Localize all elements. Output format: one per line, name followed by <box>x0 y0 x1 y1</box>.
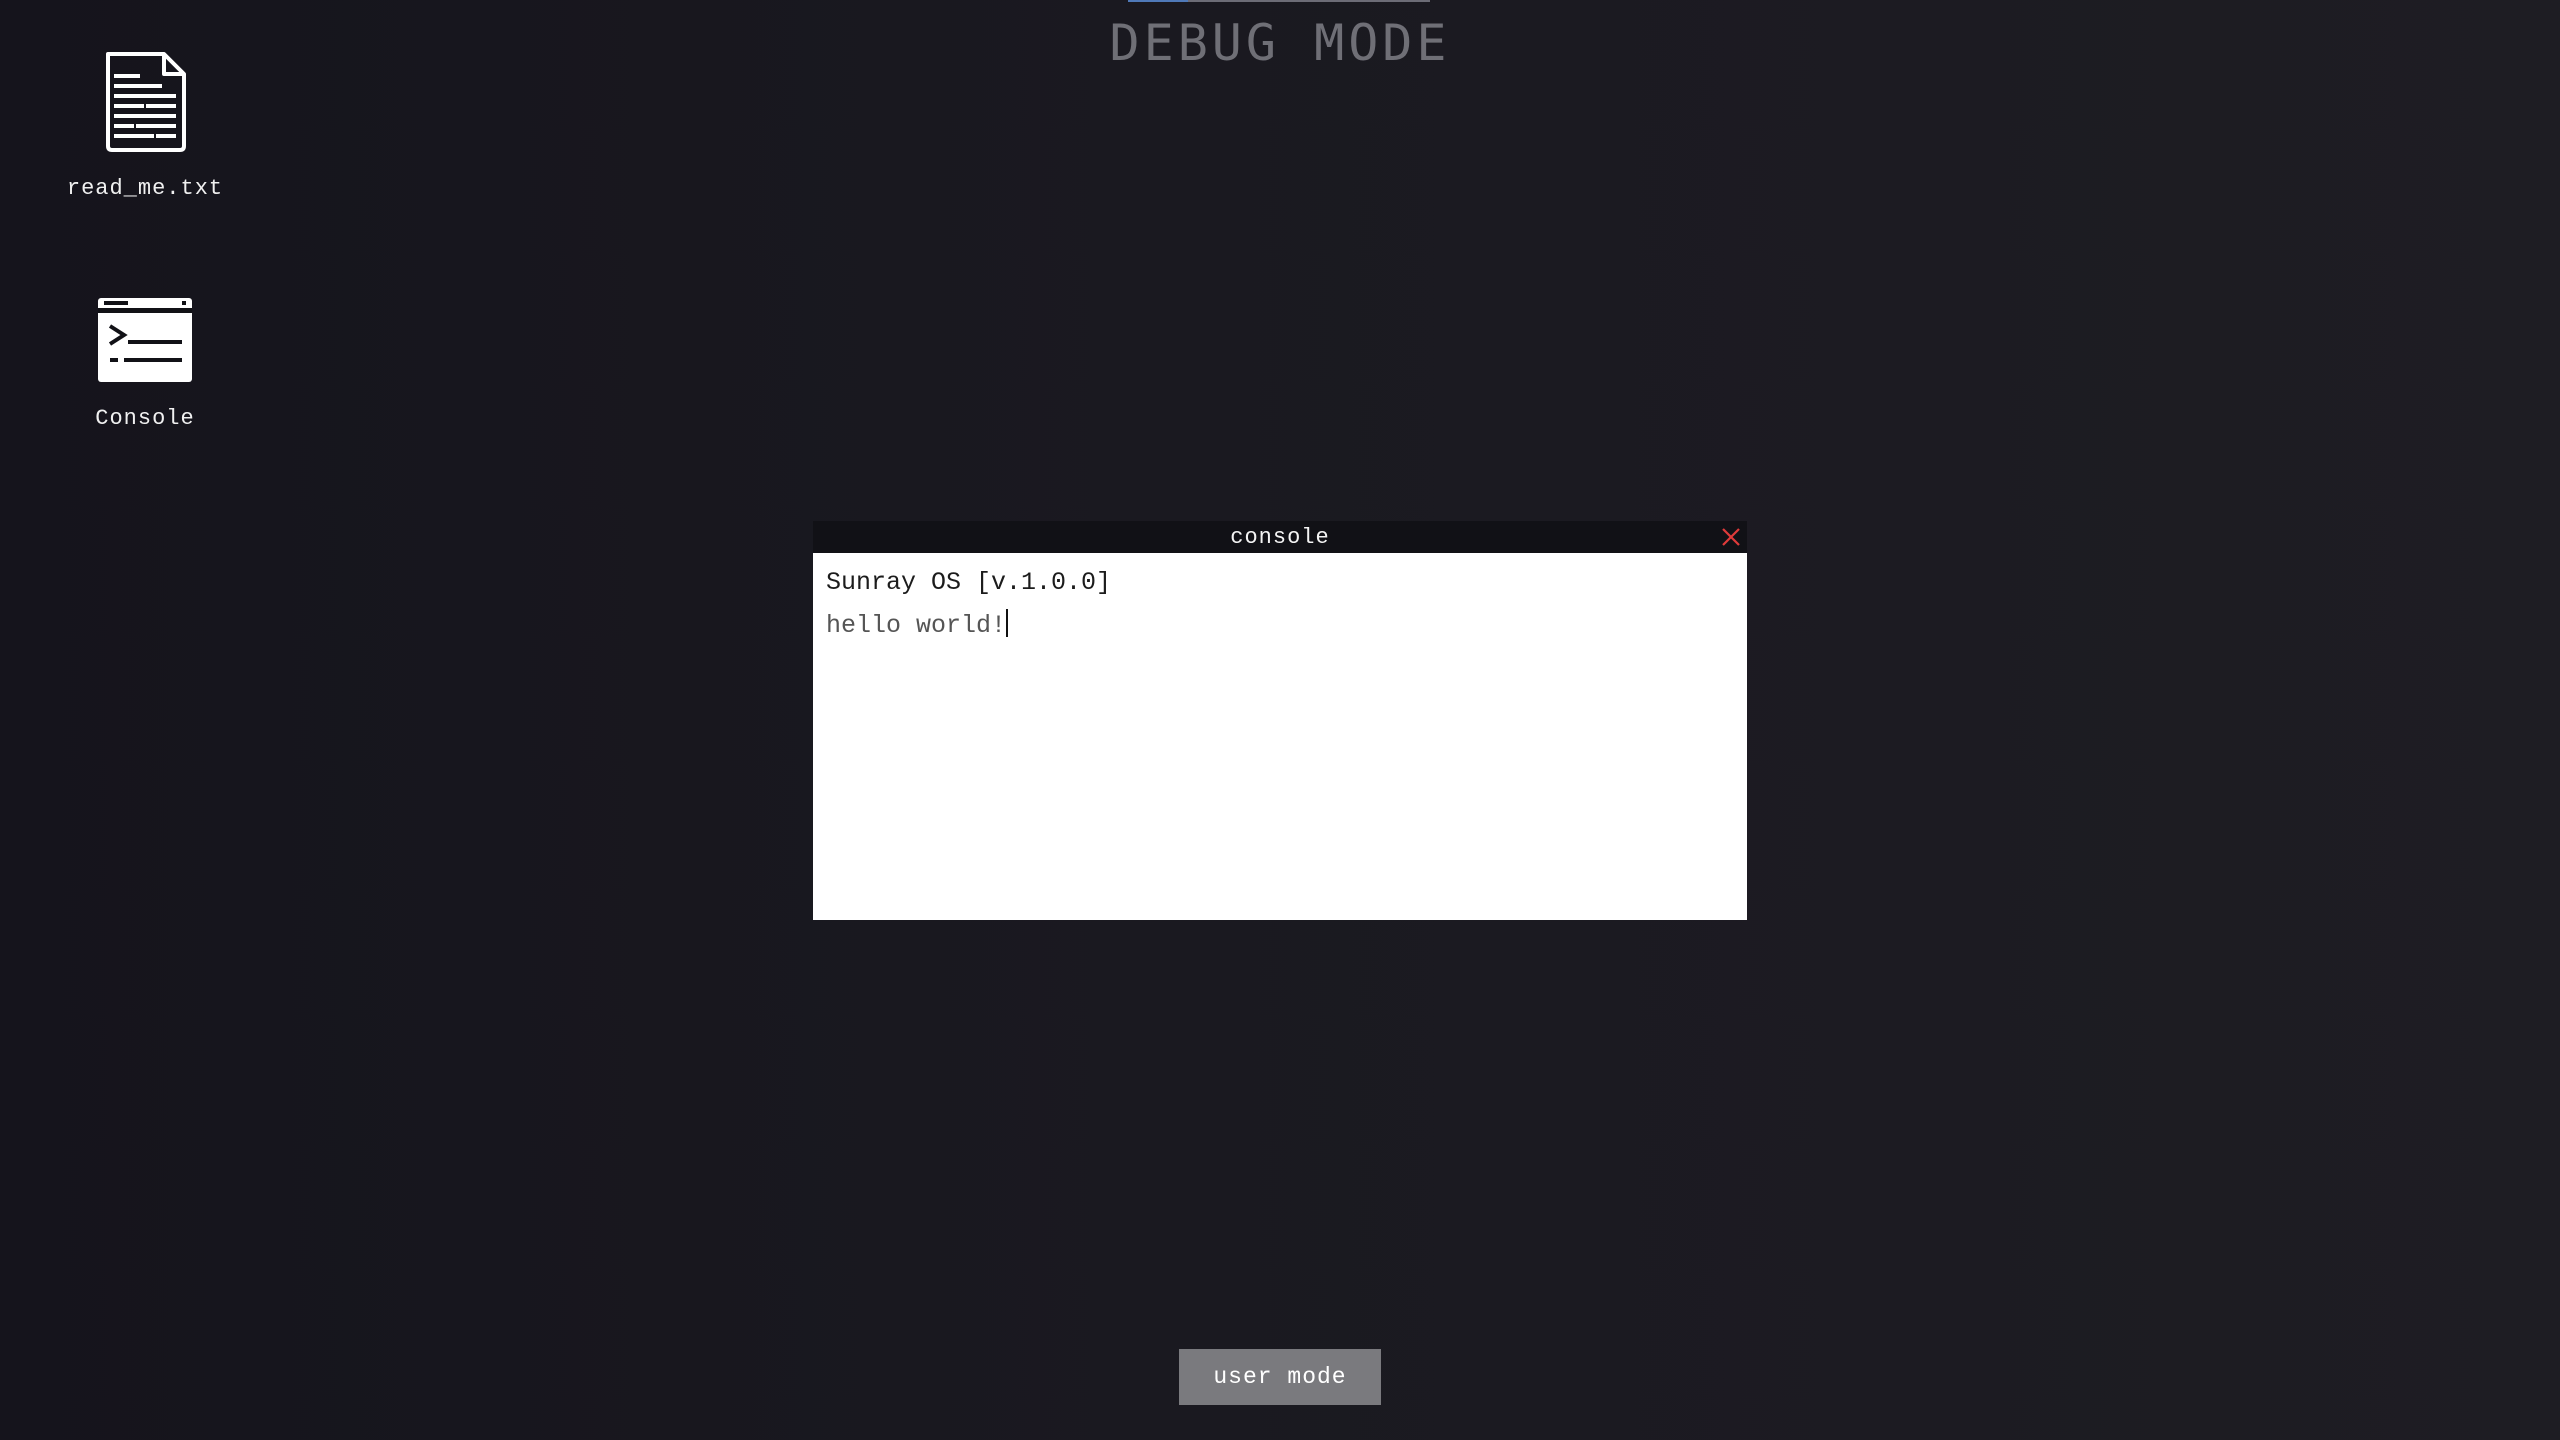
text-cursor <box>1006 609 1009 637</box>
close-icon[interactable] <box>1719 525 1743 549</box>
page-title: DEBUG MODE <box>1109 14 1451 72</box>
top-bar-accent <box>1128 0 1188 2</box>
user-mode-button[interactable]: user mode <box>1179 1349 1381 1405</box>
desktop-icon-console[interactable]: Console <box>45 296 245 431</box>
desktop-icon-readme[interactable]: read_me.txt <box>45 50 245 201</box>
terminal-icon <box>98 298 192 382</box>
console-input-line[interactable]: hello world! <box>826 604 1734 647</box>
desktop-icon-label: Console <box>95 406 195 431</box>
console-output-area[interactable]: Sunray OS [v.1.0.0] hello world! <box>813 553 1747 655</box>
window-title: console <box>1230 525 1330 550</box>
window-titlebar[interactable]: console <box>813 521 1747 553</box>
document-icon <box>106 52 186 152</box>
desktop-icon-label: read_me.txt <box>66 176 224 201</box>
console-window[interactable]: console Sunray OS [v.1.0.0] hello world! <box>813 521 1747 920</box>
console-header-line: Sunray OS [v.1.0.0] <box>826 568 1112 597</box>
console-input-text: hello world! <box>826 611 1007 640</box>
